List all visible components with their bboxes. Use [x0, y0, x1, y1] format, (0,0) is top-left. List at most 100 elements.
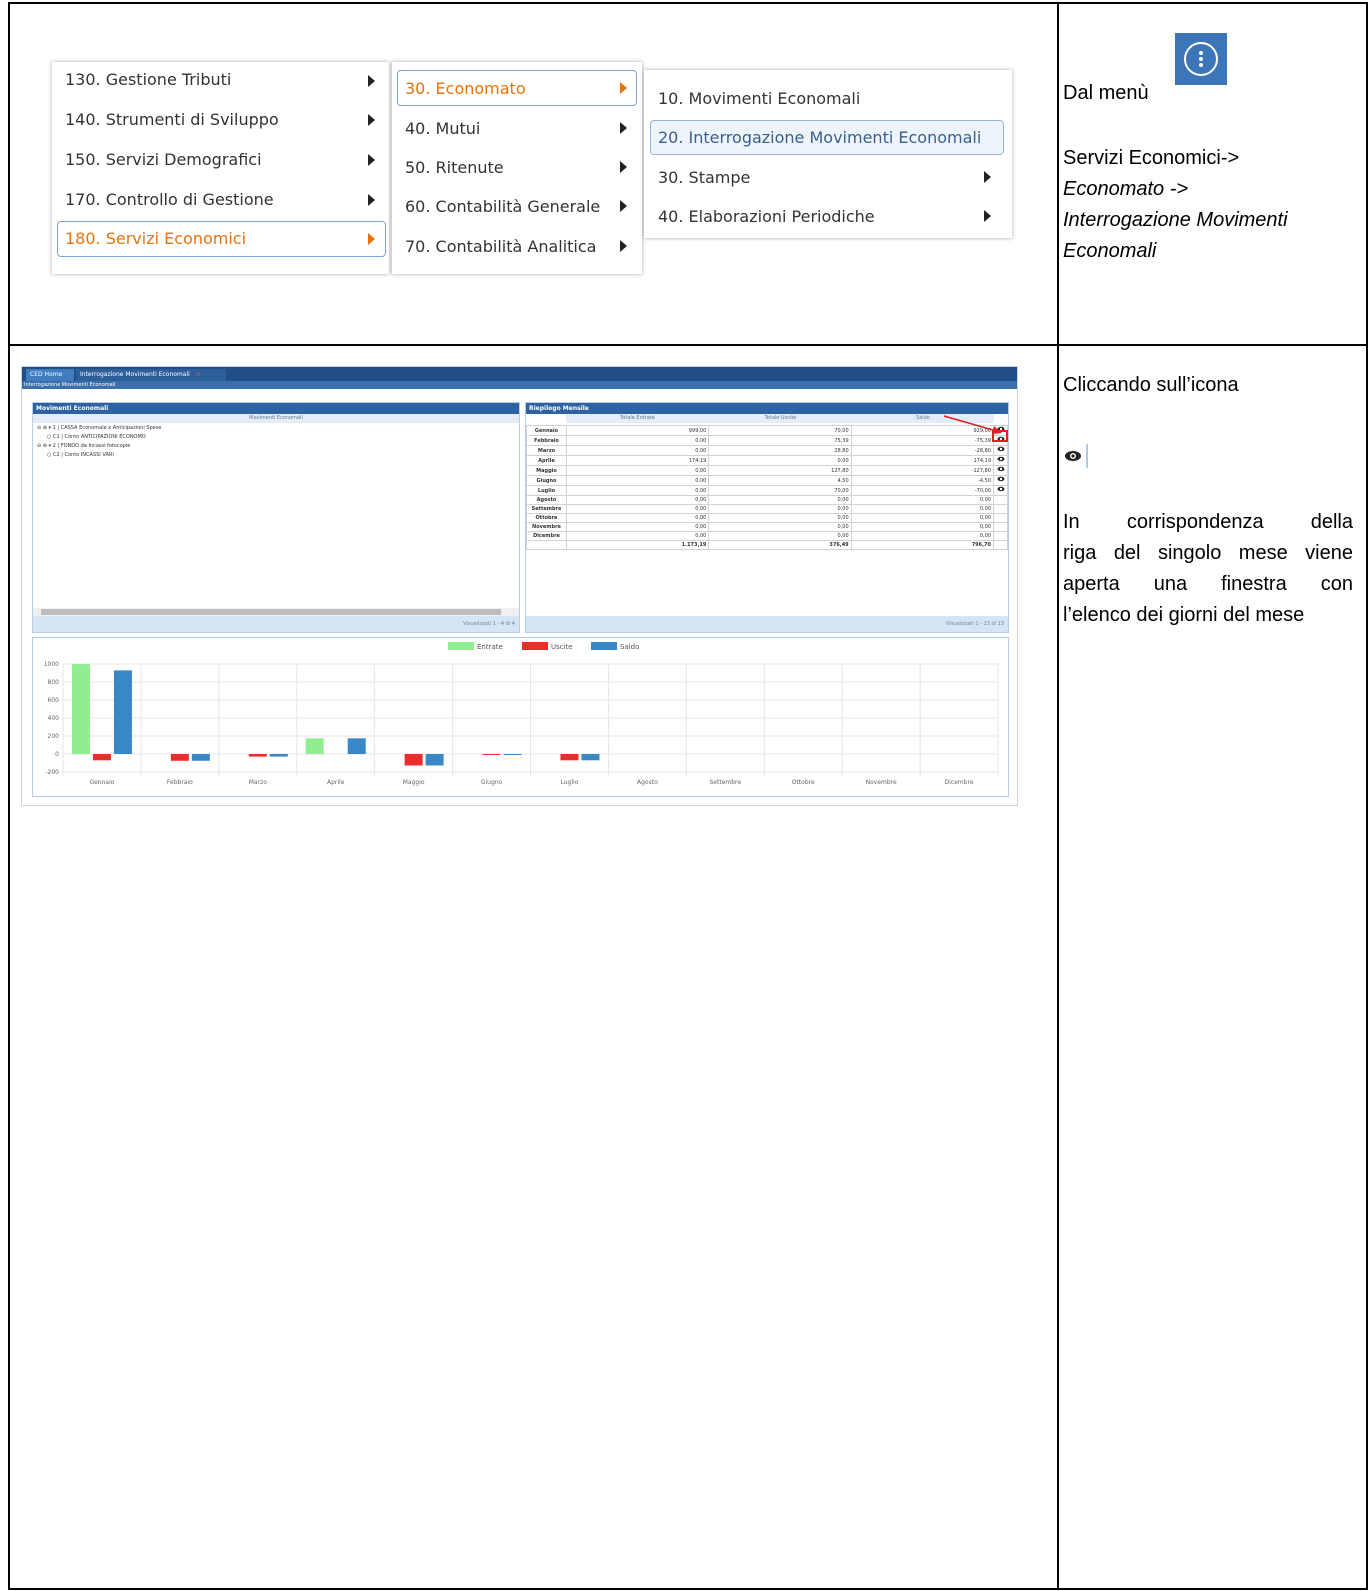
y-tick-label: 1000 — [44, 661, 59, 668]
month-cell — [526, 540, 567, 550]
menu-item-elaborazioni-periodiche[interactable]: 40. Elaborazioni Periodiche — [658, 207, 875, 226]
bar-saldo — [503, 754, 522, 755]
eye-icon[interactable] — [997, 446, 1005, 452]
menu-item-strumenti-sviluppo[interactable]: 140. Strumenti di Sviluppo — [65, 110, 279, 129]
bar-saldo — [425, 754, 444, 766]
menu-item-mutui[interactable]: 40. Mutui — [405, 119, 480, 138]
menu-item-movimenti-economali[interactable]: 10. Movimenti Economali — [658, 89, 860, 108]
chevron-right-icon — [984, 171, 991, 183]
chevron-right-icon — [620, 161, 627, 173]
legend-label: Entrate — [477, 643, 503, 651]
uscite-cell: 4,50 — [708, 475, 852, 486]
bar-uscite — [92, 754, 111, 761]
entrate-cell: 174,19 — [565, 455, 710, 466]
chevron-right-icon — [620, 122, 627, 134]
tab-ced-home[interactable]: CED Home — [26, 369, 74, 381]
movimenti-footer: Visualizzati 1 - 4 di 4 — [33, 616, 519, 632]
total-saldo: 796,70 — [850, 540, 995, 550]
saldo-cell: 0,00 — [850, 522, 995, 532]
step2-desc-1: In corrispondenza della — [1063, 511, 1353, 533]
x-tick-label: Ottobre — [792, 779, 815, 786]
table-row: Giugno 0,00 4,50 -4,50 — [526, 475, 1008, 486]
menu-item-gestione-tributi[interactable]: 130. Gestione Tributi — [65, 70, 231, 89]
entrate-cell: 0,00 — [565, 513, 710, 523]
header-entrate: Totale Entrate — [566, 414, 709, 423]
x-tick-label: Marzo — [249, 779, 267, 786]
menu-item-interrogazione-movimenti[interactable]: 20. Interrogazione Movimenti Economali — [658, 128, 981, 147]
uscite-cell: 70,00 — [708, 425, 852, 436]
menu-item-servizi-economici[interactable]: 180. Servizi Economici — [65, 229, 246, 248]
saldo-cell: 174,19 — [850, 455, 995, 466]
eye-icon[interactable] — [997, 456, 1005, 462]
entrate-cell: 0,00 — [565, 485, 710, 496]
tree-row[interactable]: ⊖ ⊕ ▾ 2 | FONDO da Incassi fotocopie — [37, 442, 130, 451]
tab-interrogazione-label: Interrogazione Movimenti Economali — [80, 371, 190, 378]
column-divider — [1057, 4, 1059, 1588]
bar-uscite — [170, 754, 189, 761]
table-row: Gennaio 999,00 70,00 929,00 — [526, 425, 1008, 436]
table-row: Settembre 0,00 0,00 0,00 — [526, 504, 1008, 514]
menu-item-contabilita-generale[interactable]: 60. Contabilità Generale — [405, 197, 600, 216]
uscite-cell: 70,00 — [708, 485, 852, 496]
riepilogo-table: Gennaio 999,00 70,00 929,00 Febbraio 0,00 75,3… — [526, 425, 1008, 550]
month-cell: Febbraio — [526, 435, 567, 446]
eye-icon[interactable] — [997, 476, 1005, 482]
eye-cell — [993, 522, 1008, 532]
tree-row[interactable]: ○ C1 | Conto ANTICIPAZIONI ECONOMO — [47, 433, 146, 442]
saldo-cell: -70,00 — [850, 485, 995, 496]
menu-item-servizi-demografici[interactable]: 150. Servizi Demografici — [65, 150, 262, 169]
entrate-cell: 0,00 — [565, 465, 710, 476]
eye-cell — [993, 485, 1008, 496]
month-cell: Ottobre — [526, 513, 567, 523]
step1-path-3: Interrogazione Movimenti — [1063, 209, 1288, 231]
horizontal-scrollbar[interactable] — [33, 608, 519, 616]
chevron-right-icon — [984, 210, 991, 222]
saldo-cell: -4,50 — [850, 475, 995, 486]
table-row: Agosto 0,00 0,00 0,00 — [526, 495, 1008, 505]
entrate-cell: 0,00 — [565, 522, 710, 532]
month-cell: Luglio — [526, 485, 567, 496]
entrate-cell: 0,00 — [565, 445, 710, 456]
table-row: Luglio 0,00 70,00 -70,00 — [526, 485, 1008, 496]
chevron-right-icon — [368, 114, 375, 126]
x-tick-label: Agosto — [637, 779, 658, 786]
eye-cell — [993, 455, 1008, 466]
bar-entrate — [71, 664, 90, 754]
menu-item-controllo-gestione[interactable]: 170. Controllo di Gestione — [65, 190, 274, 209]
bar-saldo — [347, 738, 366, 754]
uscite-cell: 127,80 — [708, 465, 852, 476]
close-icon[interactable]: × — [196, 371, 201, 378]
y-tick-label: 800 — [48, 679, 60, 686]
eye-cell — [993, 513, 1008, 523]
y-tick-label: 200 — [48, 733, 60, 740]
entrate-cell: 0,00 — [565, 504, 710, 514]
step1-prefix: Dal menù — [1063, 82, 1149, 104]
chevron-right-icon — [368, 75, 375, 87]
tree-row[interactable]: ○ C2 | Conto INCASSI VARI — [47, 451, 114, 460]
chevron-right-icon — [368, 154, 375, 166]
menu-item-ritenute[interactable]: 50. Ritenute — [405, 158, 504, 177]
tab-interrogazione[interactable]: Interrogazione Movimenti Economali × — [76, 369, 226, 381]
legend-swatch — [522, 642, 548, 650]
step1-path-4: Economali — [1063, 240, 1157, 262]
menu-item-economato[interactable]: 30. Economato — [405, 79, 526, 98]
month-cell: Aprile — [526, 455, 567, 466]
table-row: Maggio 0,00 127,80 -127,80 — [526, 465, 1008, 476]
eye-icon[interactable] — [997, 486, 1005, 492]
saldo-cell: 0,00 — [850, 531, 995, 541]
x-tick-label: Maggio — [403, 779, 425, 786]
tree-row[interactable]: ⊖ ⊕ ▾ 1 | CASSA Economale x Anticipazion… — [37, 424, 161, 433]
uscite-cell: 0,00 — [708, 522, 852, 532]
eye-cell — [993, 531, 1008, 541]
menu-level-2: 30. Economato 40. Mutui 50. Ritenute 60.… — [392, 62, 642, 274]
eye-cell — [993, 475, 1008, 486]
menu-item-stampe[interactable]: 30. Stampe — [658, 168, 750, 187]
eye-icon — [1063, 440, 1089, 470]
bar-uscite — [404, 754, 423, 766]
eye-icon[interactable] — [997, 466, 1005, 472]
x-tick-label: Luglio — [561, 779, 579, 786]
table-row: Ottobre 0,00 0,00 0,00 — [526, 513, 1008, 523]
menu-item-contabilita-analitica[interactable]: 70. Contabilità Analitica — [405, 237, 596, 256]
y-tick-label: -200 — [45, 769, 59, 776]
eye-cell — [993, 504, 1008, 514]
